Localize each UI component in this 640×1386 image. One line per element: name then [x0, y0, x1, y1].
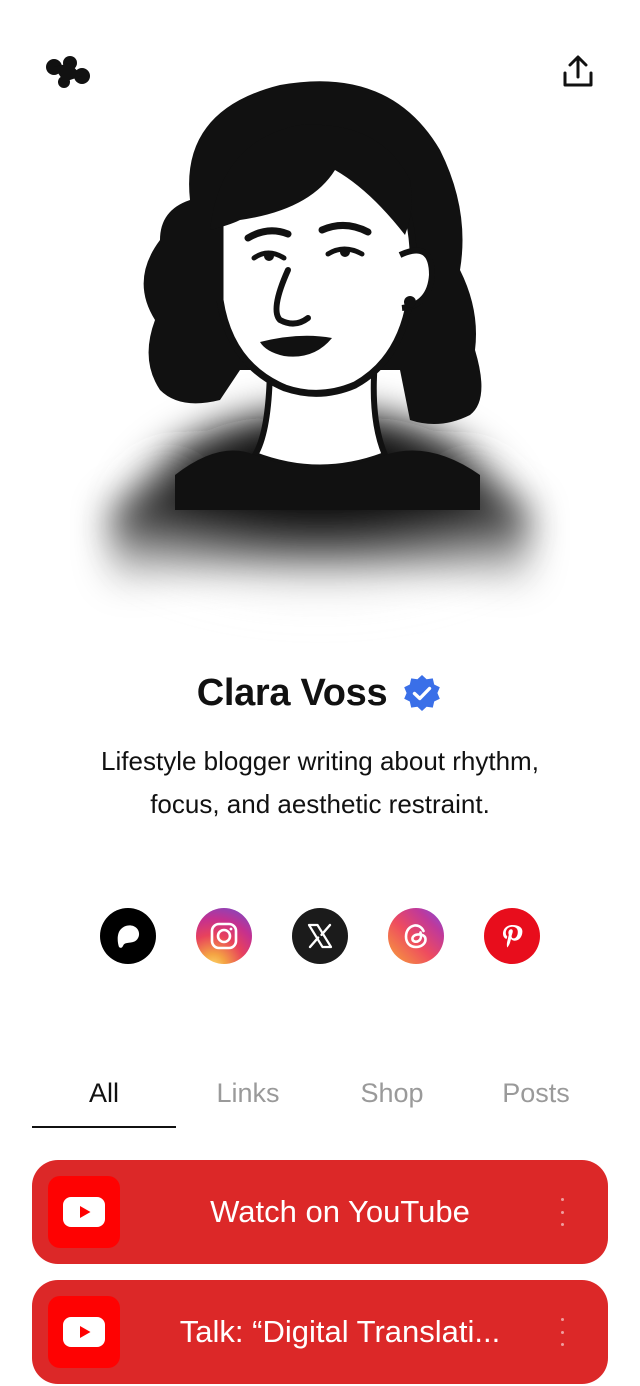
x-icon[interactable] — [292, 908, 348, 964]
link-card-talk[interactable]: Talk: “Digital Translati... — [32, 1280, 608, 1384]
link-card-youtube[interactable]: Watch on YouTube — [32, 1160, 608, 1264]
tab-all[interactable]: All — [32, 1058, 176, 1128]
link-card-label: Watch on YouTube — [142, 1160, 538, 1264]
profile-name: Clara Voss — [196, 672, 388, 714]
tab-links[interactable]: Links — [176, 1058, 320, 1128]
content-tabs: All Links Shop Posts — [32, 1058, 608, 1128]
youtube-icon — [48, 1296, 120, 1368]
profile-illustration — [70, 70, 570, 690]
youtube-icon — [48, 1176, 120, 1248]
link-card-title: Talk: “Digital Translati... — [179, 1314, 501, 1349]
social-icons-row — [0, 908, 640, 964]
bio-line-2: focus, and aesthetic restraint. — [150, 789, 490, 819]
tab-posts[interactable]: Posts — [464, 1058, 608, 1128]
pinterest-icon[interactable] — [484, 908, 540, 964]
verified-badge-icon — [404, 674, 441, 711]
tab-shop[interactable]: Shop — [320, 1058, 464, 1128]
threads-icon[interactable] — [388, 908, 444, 964]
profile-bio: Lifestyle blogger writing about rhythm, … — [40, 740, 600, 826]
link-card-title: Watch on YouTube — [210, 1194, 470, 1229]
more-options-icon[interactable] — [550, 1318, 574, 1346]
bio-line-1: Lifestyle blogger writing about rhythm, — [101, 746, 539, 776]
instagram-icon[interactable] — [196, 908, 252, 964]
link-card-label: Talk: “Digital Translati... — [142, 1280, 538, 1384]
more-options-icon[interactable] — [550, 1198, 574, 1226]
patreon-icon[interactable] — [100, 908, 156, 964]
profile-page: Clara Voss Lifestyle blogger writing abo… — [0, 0, 640, 1386]
profile-name-row: Clara Voss — [0, 672, 640, 715]
